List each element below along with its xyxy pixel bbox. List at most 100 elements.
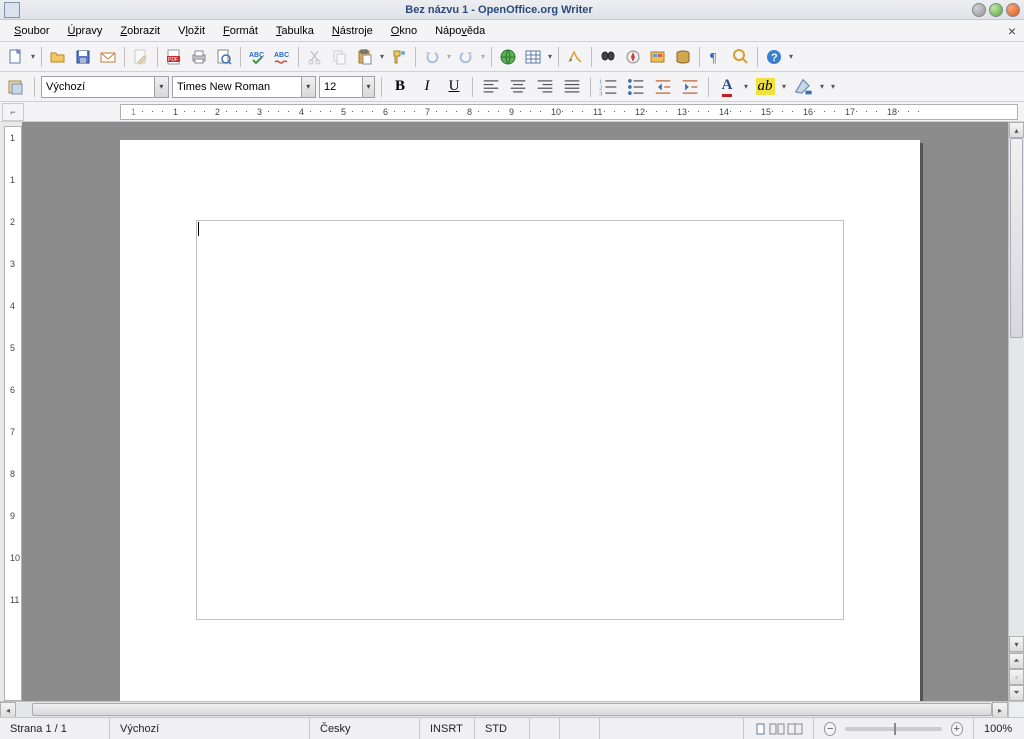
font-name-input[interactable] [173,81,301,93]
font-size-combo[interactable]: ▾ [319,76,375,98]
minimize-button[interactable] [972,3,986,17]
edit-file-button[interactable] [129,45,153,69]
vertical-scrollbar[interactable]: ▴ ▾ ⏶ ◦ ⏷ [1008,122,1024,701]
scroll-thumb[interactable] [32,703,992,716]
book-page-icon[interactable] [787,722,803,736]
new-dropdown[interactable]: ▾ [29,52,37,61]
print-preview-button[interactable] [212,45,236,69]
menu-upravy[interactable]: Úpravy [59,23,110,39]
help-button[interactable]: ? [762,45,786,69]
highlight-dropdown[interactable]: ▾ [780,82,788,91]
zoom-slider-cell[interactable]: − + [814,718,974,739]
show-draw-button[interactable] [563,45,587,69]
highlight-button[interactable]: ab [753,75,777,99]
next-page-button[interactable]: ⏷ [1009,685,1024,701]
page-number-cell[interactable]: Strana 1 / 1 [0,718,110,739]
horizontal-scrollbar[interactable]: ◂ ▸ [0,701,1024,717]
bullet-list-button[interactable] [624,75,648,99]
scroll-thumb[interactable] [1010,138,1023,338]
horizontal-ruler[interactable]: 1···1···2···3···4···5···6···7···8···9···… [120,104,1018,120]
email-button[interactable] [96,45,120,69]
paste-dropdown[interactable]: ▾ [378,52,386,61]
gallery-button[interactable] [646,45,670,69]
scroll-down-button[interactable]: ▾ [1009,636,1024,652]
align-right-button[interactable] [533,75,557,99]
page-style-cell[interactable]: Výchozí [110,718,310,739]
document-close-button[interactable]: × [1008,23,1016,39]
nonprinting-chars-button[interactable]: ¶ [704,45,728,69]
auto-spellcheck-button[interactable]: ABC [270,45,294,69]
underline-button[interactable]: U [442,75,466,99]
menu-okno[interactable]: Okno [383,23,425,39]
save-button[interactable] [71,45,95,69]
undo-dropdown[interactable]: ▾ [445,52,453,61]
insert-mode-cell[interactable]: INSRT [420,718,475,739]
align-center-button[interactable] [506,75,530,99]
scroll-up-button[interactable]: ▴ [1009,122,1024,138]
table-dropdown[interactable]: ▾ [546,52,554,61]
view-layout-cell[interactable] [744,718,814,739]
signature-cell[interactable] [560,718,600,739]
open-button[interactable] [46,45,70,69]
menu-napoveda[interactable]: Nápověda [427,23,493,39]
increase-indent-button[interactable] [678,75,702,99]
menu-format[interactable]: Formát [215,23,266,39]
background-color-button[interactable] [791,75,815,99]
dropdown-icon[interactable]: ▾ [301,77,315,97]
zoom-slider[interactable] [845,727,941,731]
font-size-input[interactable] [320,81,362,93]
selection-mode-cell[interactable]: STD [475,718,530,739]
print-button[interactable] [187,45,211,69]
font-name-combo[interactable]: ▾ [172,76,316,98]
zoom-thumb[interactable] [894,723,896,735]
dropdown-icon[interactable]: ▾ [154,77,168,97]
menu-zobrazit[interactable]: Zobrazit [112,23,168,39]
format-paintbrush-button[interactable] [387,45,411,69]
background-color-dropdown[interactable]: ▾ [818,82,826,91]
italic-button[interactable]: I [415,75,439,99]
copy-button[interactable] [328,45,352,69]
cut-button[interactable] [303,45,327,69]
menu-nastroje[interactable]: Nástroje [324,23,381,39]
data-sources-button[interactable] [671,45,695,69]
decrease-indent-button[interactable] [651,75,675,99]
zoom-in-button[interactable]: + [951,722,963,736]
bold-button[interactable]: B [388,75,412,99]
styles-button[interactable] [4,75,28,99]
vertical-ruler[interactable]: 11234567891011 [4,126,22,701]
paragraph-style-input[interactable] [42,81,154,93]
page[interactable] [120,140,920,701]
scroll-left-button[interactable]: ◂ [0,702,16,718]
spellcheck-button[interactable]: ABC [245,45,269,69]
toolbar-overflow[interactable]: ▾ [787,52,795,61]
zoom-value-cell[interactable]: 100% [974,718,1024,739]
paragraph-style-combo[interactable]: ▾ [41,76,169,98]
font-color-dropdown[interactable]: ▾ [742,82,750,91]
find-replace-button[interactable] [596,45,620,69]
redo-button[interactable] [454,45,478,69]
scroll-track[interactable] [16,702,992,717]
single-page-icon[interactable] [754,722,767,736]
scroll-right-button[interactable]: ▸ [992,702,1008,718]
menu-vlozit[interactable]: Vložit [170,23,213,39]
zoom-out-button[interactable]: − [824,722,836,736]
navigator-button[interactable] [621,45,645,69]
tab-stop-button[interactable]: ⌐ [2,103,24,121]
numbered-list-button[interactable]: 123 [597,75,621,99]
export-pdf-button[interactable]: PDF [162,45,186,69]
align-left-button[interactable] [479,75,503,99]
scroll-track[interactable] [1009,138,1024,636]
multi-page-icon[interactable] [769,722,785,736]
paste-button[interactable] [353,45,377,69]
align-justify-button[interactable] [560,75,584,99]
font-color-button[interactable]: A [715,75,739,99]
undo-button[interactable] [420,45,444,69]
table-button[interactable] [521,45,545,69]
fmt-toolbar-overflow[interactable]: ▾ [829,82,837,91]
document-area[interactable] [22,122,1008,701]
nav-button[interactable]: ◦ [1009,669,1024,685]
dropdown-icon[interactable]: ▾ [362,77,374,97]
menu-tabulka[interactable]: Tabulka [268,23,322,39]
zoom-button[interactable] [729,45,753,69]
maximize-button[interactable] [989,3,1003,17]
